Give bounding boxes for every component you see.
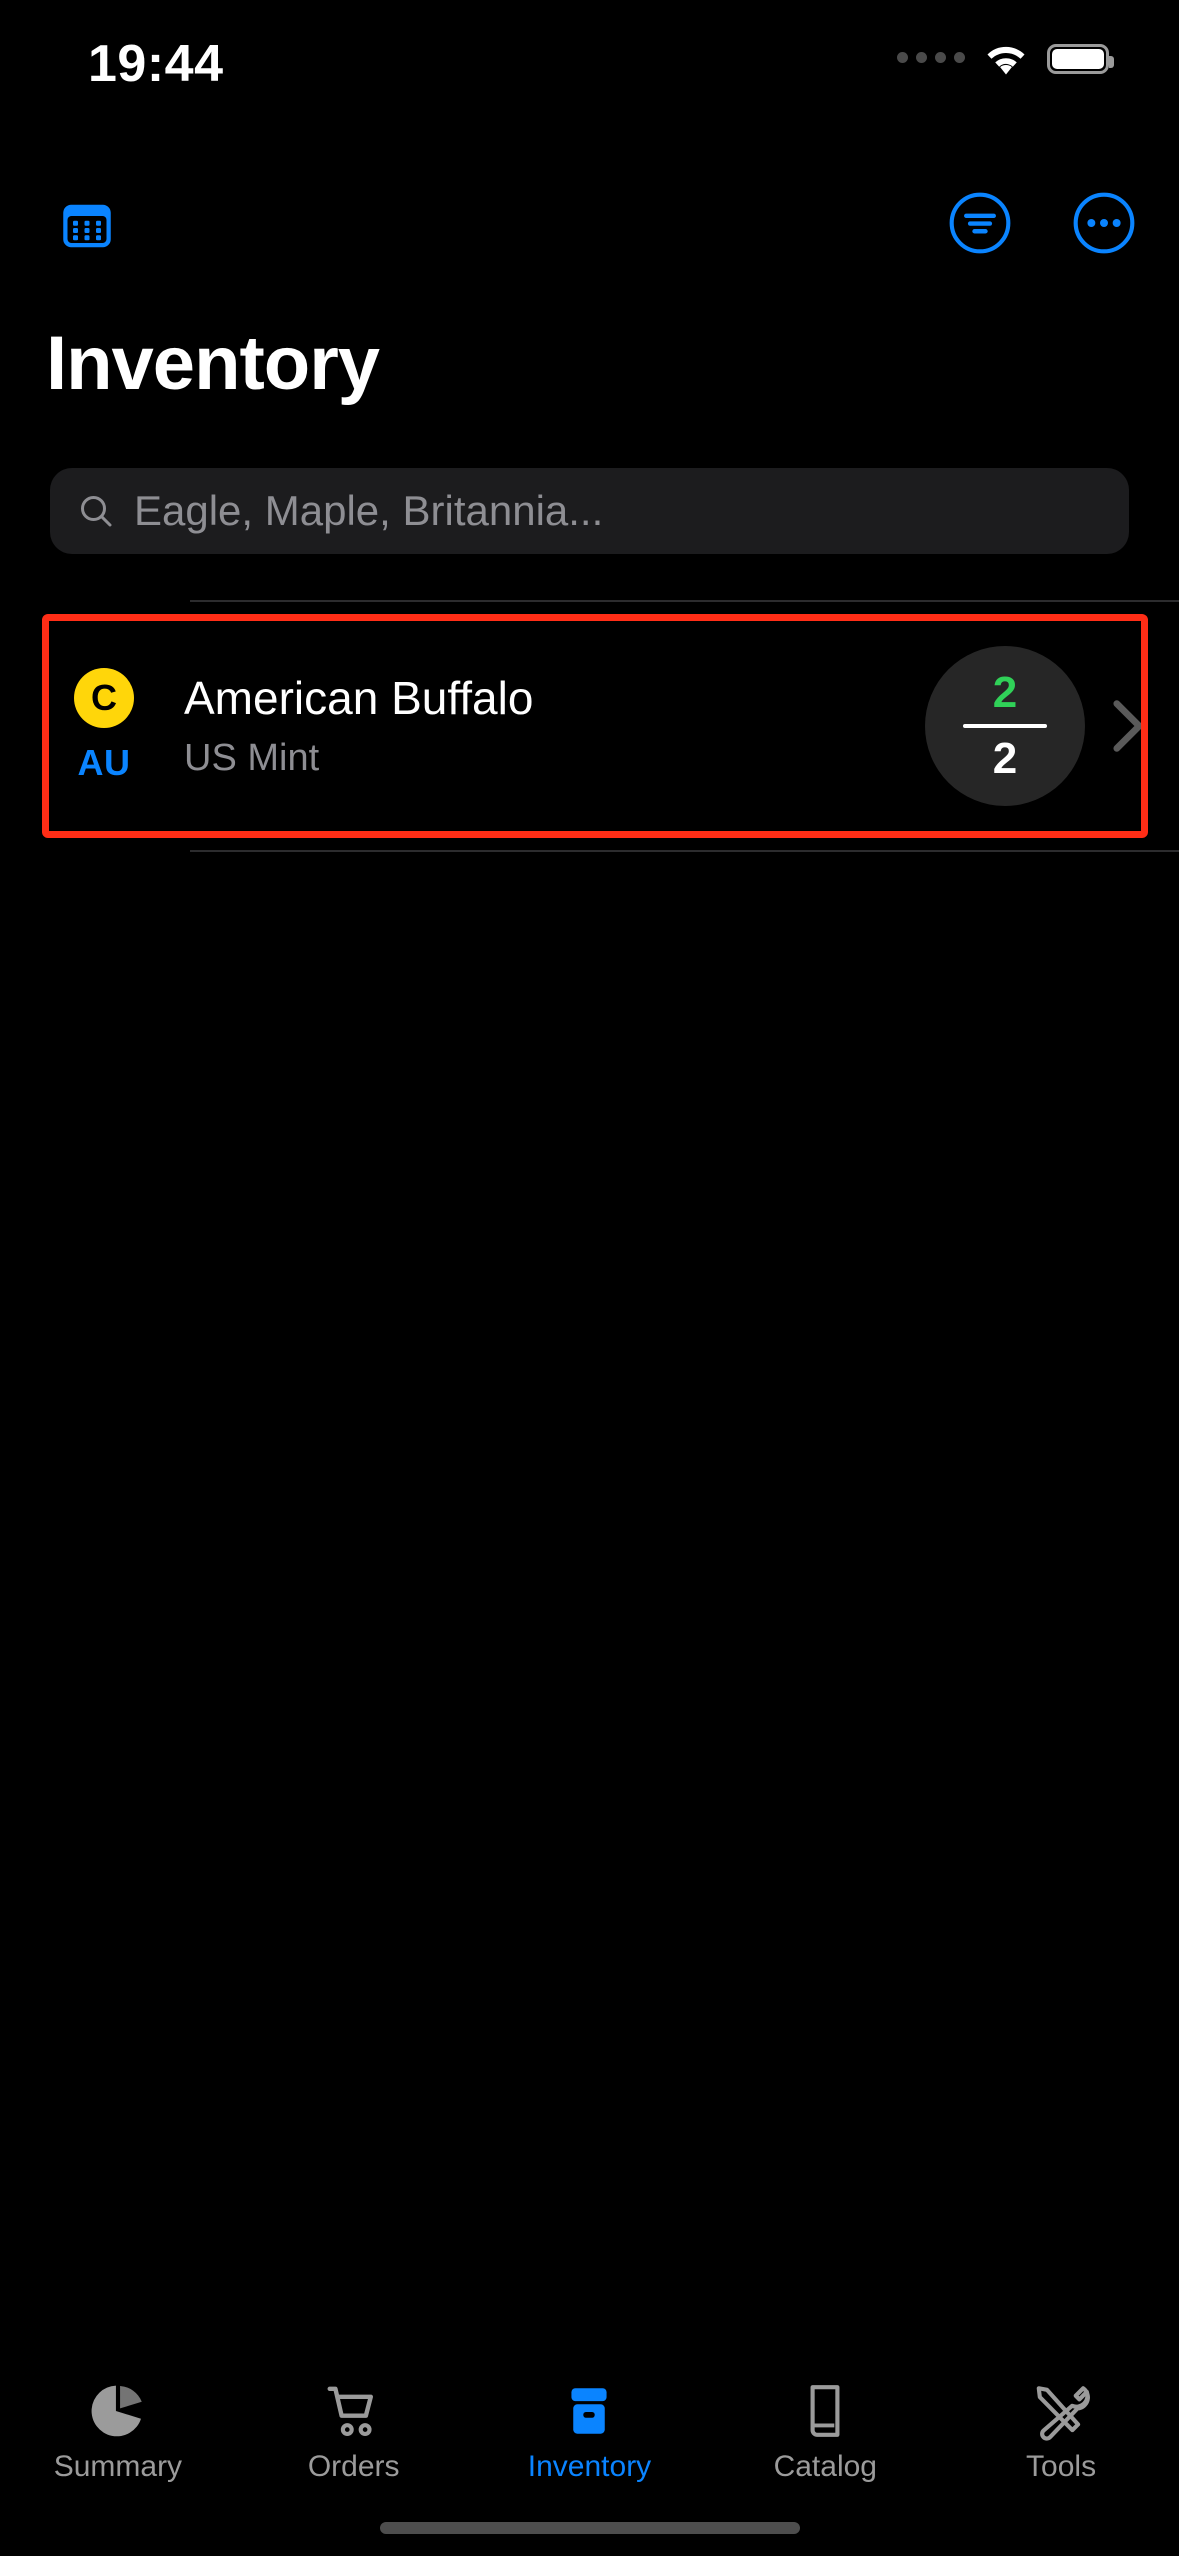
archive-box-icon — [571, 2388, 608, 2434]
grid-view-button[interactable] — [48, 190, 126, 262]
status-bar: 19:44 — [0, 0, 1179, 130]
tab-label: Tools — [1026, 2450, 1097, 2483]
signal-dots-icon — [897, 51, 965, 67]
row-trailing: 2 2 — [925, 646, 1145, 806]
nav-bar-actions — [947, 190, 1137, 256]
row-leading: C AU — [34, 668, 174, 784]
calendar-grid-icon — [63, 204, 111, 248]
item-subtitle: US Mint — [184, 736, 320, 779]
condition-badge: C — [74, 668, 134, 728]
tab-label: Catalog — [773, 2450, 877, 2483]
pie-chart-icon — [91, 2385, 142, 2437]
tab-tools[interactable]: Tools — [944, 2380, 1179, 2482]
nav-bar — [0, 190, 1179, 270]
tab-label: Orders — [307, 2450, 400, 2483]
quantity-numerator: 2 — [992, 668, 1018, 717]
inventory-list: C AU American Buffalo US Mint 2 2 — [0, 600, 1179, 852]
filter-button[interactable] — [947, 190, 1013, 256]
tab-label: Summary — [53, 2450, 183, 2483]
page-title: Inventory — [46, 321, 380, 406]
item-title: American Buffalo — [184, 671, 534, 724]
row-content: American Buffalo US Mint — [174, 672, 925, 781]
tab-summary[interactable]: Summary — [0, 2380, 235, 2482]
book-icon — [810, 2385, 840, 2437]
status-bar-time: 19:44 — [88, 35, 224, 93]
search-input[interactable] — [134, 487, 1103, 535]
more-options-button[interactable] — [1071, 190, 1137, 256]
quantity-denominator: 2 — [992, 734, 1018, 783]
status-bar-indicators — [897, 42, 1114, 76]
wrench-screwdriver-icon — [1036, 2386, 1091, 2441]
shopping-cart-icon — [327, 2386, 373, 2437]
search-field[interactable] — [50, 468, 1129, 554]
list-separator-bottom — [190, 850, 1179, 852]
metal-symbol-label: AU — [77, 742, 131, 783]
tab-orders[interactable]: Orders — [236, 2380, 471, 2482]
fraction-divider — [963, 724, 1047, 728]
tab-inventory[interactable]: Inventory — [472, 2380, 707, 2482]
quantity-badge[interactable]: 2 2 — [925, 646, 1085, 806]
tab-bar: Summary Orders Inventory Catalog Tools — [0, 2366, 1179, 2556]
table-row[interactable]: C AU American Buffalo US Mint 2 2 — [0, 602, 1179, 850]
wifi-icon — [987, 46, 1025, 75]
tab-catalog[interactable]: Catalog — [708, 2380, 943, 2482]
chevron-right-icon — [1113, 700, 1143, 752]
app-screen: 19:44 Inventory Eagle, Maple, Britannia.… — [0, 0, 1179, 2556]
home-indicator — [379, 2522, 800, 2534]
tab-label: Inventory — [527, 2450, 652, 2483]
search-icon — [81, 496, 112, 527]
battery-icon — [1047, 44, 1114, 74]
